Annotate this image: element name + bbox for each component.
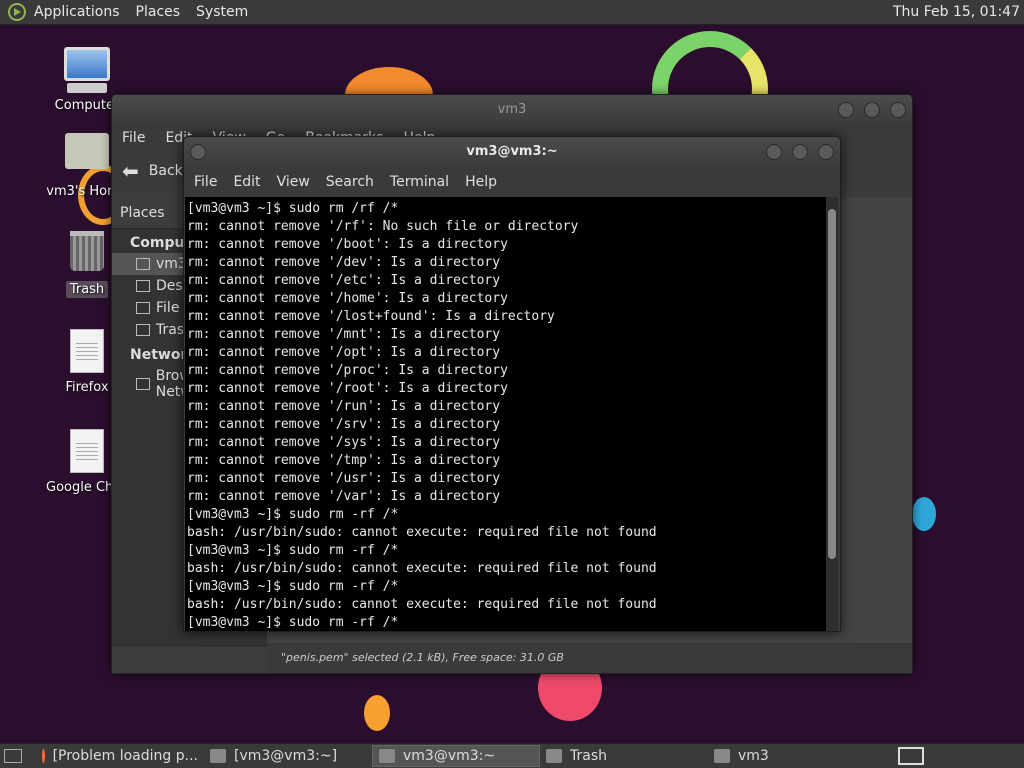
terminal-titlebar[interactable]: vm3@vm3:~ bbox=[184, 137, 840, 167]
terminal-line: [vm3@vm3 ~]$ sudo rm -rf /* bbox=[187, 579, 399, 594]
home-folder-icon bbox=[64, 133, 110, 179]
status-bar: "penis.pem" selected (2.1 kB), Free spac… bbox=[267, 643, 912, 673]
drive-icon bbox=[136, 302, 150, 314]
terminal-line: bash: /usr/bin/sudo: cannot execute: req… bbox=[187, 525, 657, 540]
maximize-button[interactable] bbox=[864, 102, 880, 118]
document-icon bbox=[64, 329, 110, 375]
terminal-line: rm: cannot remove '/var': Is a directory bbox=[187, 489, 501, 504]
network-icon bbox=[136, 378, 150, 390]
home-icon bbox=[136, 258, 150, 270]
terminal-line: rm: cannot remove '/rf': No such file or… bbox=[187, 219, 579, 234]
terminal-menubar: File Edit View Search Terminal Help bbox=[184, 167, 840, 197]
window-title: vm3 bbox=[497, 102, 527, 117]
top-panel: Applications Places System Thu Feb 15, 0… bbox=[0, 0, 1024, 25]
trash-icon bbox=[546, 749, 562, 763]
terminal-menu-button[interactable] bbox=[190, 144, 206, 160]
terminal-line: rm: cannot remove '/mnt': Is a directory bbox=[187, 327, 501, 342]
show-desktop-icon[interactable] bbox=[4, 749, 22, 763]
close-button[interactable] bbox=[890, 102, 906, 118]
close-button[interactable] bbox=[818, 144, 834, 160]
terminal-line: rm: cannot remove '/srv': Is a directory bbox=[187, 417, 501, 432]
task-trash[interactable]: Trash bbox=[540, 745, 708, 767]
decor-blue-blob bbox=[912, 497, 936, 531]
scrollbar-thumb[interactable] bbox=[828, 209, 836, 559]
clock[interactable]: Thu Feb 15, 01:47 bbox=[893, 0, 1020, 25]
menu-edit[interactable]: Edit bbox=[225, 174, 268, 190]
terminal-line: [vm3@vm3 ~]$ sudo rm -rf /* bbox=[187, 507, 399, 522]
terminal-scrollbar[interactable] bbox=[826, 197, 838, 631]
minimize-button[interactable] bbox=[766, 144, 782, 160]
terminal-line: rm: cannot remove '/opt': Is a directory bbox=[187, 345, 501, 360]
terminal-line: bash: /usr/bin/sudo: cannot execute: req… bbox=[187, 561, 657, 576]
menu-file[interactable]: File bbox=[112, 130, 155, 146]
menu-view[interactable]: View bbox=[269, 174, 318, 190]
terminal-window[interactable]: vm3@vm3:~ File Edit View Search Terminal… bbox=[183, 136, 841, 632]
terminal-line: rm: cannot remove '/usr': Is a directory bbox=[187, 471, 501, 486]
back-button[interactable]: Back bbox=[149, 163, 183, 179]
terminal-line: rm: cannot remove '/root': Is a director… bbox=[187, 381, 508, 396]
terminal-line: rm: cannot remove '/boot': Is a director… bbox=[187, 237, 508, 252]
terminal-line: bash: /usr/bin/sudo: cannot execute: req… bbox=[187, 597, 657, 612]
terminal-line: rm: cannot remove '/sys': Is a directory bbox=[187, 435, 501, 450]
desktop-icon bbox=[136, 280, 150, 292]
trash-icon bbox=[136, 324, 150, 336]
places-menu[interactable]: Places bbox=[128, 0, 189, 25]
firefox-icon bbox=[42, 749, 45, 763]
back-arrow-icon[interactable]: ⬅ bbox=[122, 159, 139, 183]
terminal-line: [vm3@vm3 ~]$ sudo rm /rf /* bbox=[187, 201, 399, 216]
terminal-line: rm: cannot remove '/proc': Is a director… bbox=[187, 363, 508, 378]
terminal-icon bbox=[379, 749, 395, 763]
maximize-button[interactable] bbox=[792, 144, 808, 160]
terminal-line: rm: cannot remove '/lost+found': Is a di… bbox=[187, 309, 555, 324]
terminal-icon bbox=[210, 749, 226, 763]
terminal-line: rm: cannot remove '/etc': Is a directory bbox=[187, 273, 501, 288]
task-terminal-1[interactable]: [vm3@vm3:~] bbox=[204, 745, 372, 767]
system-menu[interactable]: System bbox=[188, 0, 256, 25]
workspace-switcher[interactable] bbox=[898, 747, 924, 765]
document-icon bbox=[64, 429, 110, 475]
file-manager-titlebar[interactable]: vm3 bbox=[112, 95, 912, 125]
terminal-output[interactable]: [vm3@vm3 ~]$ sudo rm /rf /* rm: cannot re… bbox=[185, 197, 827, 631]
minimize-button[interactable] bbox=[838, 102, 854, 118]
terminal-line: rm: cannot remove '/dev': Is a directory bbox=[187, 255, 501, 270]
terminal-title: vm3@vm3:~ bbox=[466, 144, 558, 159]
folder-icon bbox=[714, 749, 730, 763]
applications-menu[interactable]: Applications bbox=[26, 0, 128, 25]
terminal-line: [vm3@vm3 ~]$ sudo rm -rf /* bbox=[187, 543, 399, 558]
bottom-taskbar: [Problem loading p... [vm3@vm3:~] vm3@vm… bbox=[0, 743, 1024, 768]
terminal-line: rm: cannot remove '/home': Is a director… bbox=[187, 291, 508, 306]
distro-logo-icon[interactable] bbox=[8, 3, 26, 21]
decor-orange-drop bbox=[364, 695, 390, 731]
task-terminal-2[interactable]: vm3@vm3:~ bbox=[372, 745, 540, 767]
task-firefox[interactable]: [Problem loading p... bbox=[36, 745, 204, 767]
menu-search[interactable]: Search bbox=[318, 174, 382, 190]
trash-icon bbox=[64, 231, 110, 277]
menu-help[interactable]: Help bbox=[457, 174, 505, 190]
terminal-line: rm: cannot remove '/run': Is a directory bbox=[187, 399, 501, 414]
computer-icon bbox=[64, 47, 110, 93]
terminal-line: rm: cannot remove '/tmp': Is a directory bbox=[187, 453, 501, 468]
menu-terminal[interactable]: Terminal bbox=[382, 174, 457, 190]
task-vm3[interactable]: vm3 bbox=[708, 745, 876, 767]
menu-file[interactable]: File bbox=[186, 174, 225, 190]
terminal-line: [vm3@vm3 ~]$ sudo rm -rf /* bbox=[187, 615, 399, 630]
